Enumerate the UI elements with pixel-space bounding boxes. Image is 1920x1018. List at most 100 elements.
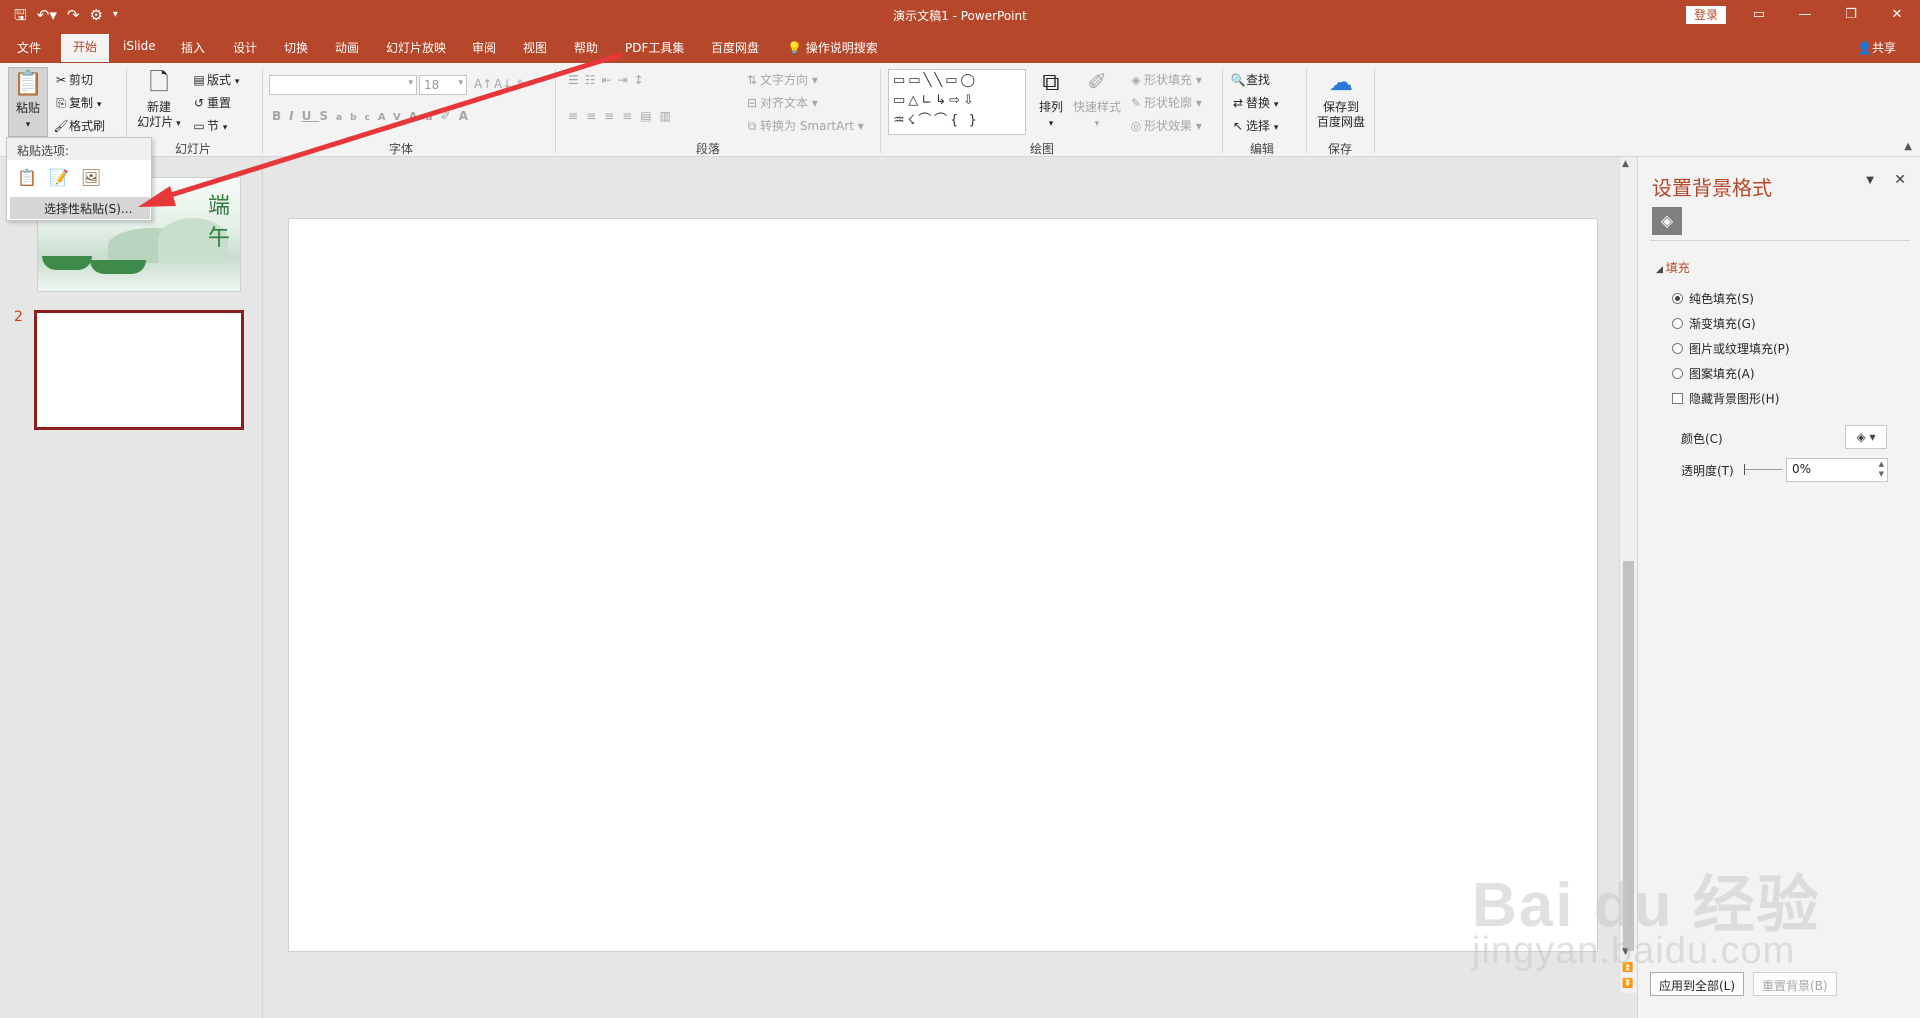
tab-slideshow[interactable]: 幻灯片放映 [386,39,446,56]
tab-help[interactable]: 帮助 [574,39,598,56]
ribbon-display-icon[interactable]: ▭ [1736,0,1782,30]
previous-slide-icon[interactable]: ⏫ [1622,963,1633,973]
shadow-icon[interactable]: S [319,109,336,123]
copy-button[interactable]: ⎘ 复制 ▾ [53,94,101,111]
slide-canvas[interactable] [288,218,1598,952]
close-icon[interactable]: ✕ [1894,172,1906,188]
save-to-baidu-button[interactable]: ☁ 保存到 百度网盘 [1314,67,1368,130]
shape-fill-button[interactable]: ◈ 形状填充 ▾ [1128,71,1201,88]
transparency-input[interactable]: 0% ▲ ▼ [1786,458,1888,482]
reset-background-button[interactable]: 重置背景(B) [1753,972,1837,996]
radio[interactable] [1672,343,1683,354]
shapes-gallery[interactable]: ▭▭╲╲▭◯ ▭△∟↳⇨⇩ ♒☇⌒⌒{ } [888,69,1026,135]
fill-bucket-icon[interactable]: ◈ [1652,207,1682,235]
layout-button[interactable]: ▤ 版式 ▾ [191,71,239,88]
shape-effects-button[interactable]: ◎ 形状效果 ▾ [1128,117,1202,134]
justify-icon[interactable]: ≡ [622,109,640,123]
collapse-ribbon-icon[interactable]: ▲ [1904,141,1912,152]
gradient-fill-option[interactable]: 渐变填充(G) [1672,315,1756,332]
decrease-indent-icon[interactable]: ⇤ [602,73,618,87]
scrollbar-thumb[interactable] [1623,561,1634,951]
clear-format-icon[interactable]: ✎ [514,77,530,91]
tab-transitions[interactable]: 切换 [284,39,308,56]
checkbox[interactable] [1672,393,1683,404]
effects-icon: ◎ [1130,119,1142,133]
pattern-fill-option[interactable]: 图案填充(A) [1672,365,1755,382]
scroll-down-icon[interactable]: ▼ [1622,947,1629,957]
line-spacing-icon[interactable]: ↕ [634,73,650,87]
picture-fill-option[interactable]: 图片或纹理填充(P) [1672,340,1790,357]
convert-smartart-button[interactable]: ⧉ 转换为 SmartArt ▾ [744,117,864,134]
spinner-arrows-icon[interactable]: ▲ ▼ [1879,459,1884,479]
cut-button[interactable]: ✂ 剪切 [53,71,93,88]
numbering-icon[interactable]: ☷ [585,73,602,87]
tab-review[interactable]: 审阅 [472,39,496,56]
color-picker-button[interactable]: ◈ ▾ [1845,425,1887,449]
underline-icon[interactable]: U [302,109,320,123]
paste-picture-icon[interactable]: 🖼 [79,166,103,188]
font-name-combo[interactable]: ▾ [269,75,417,95]
new-slide-button[interactable]: 🗋 新建 幻灯片 ▾ [134,67,184,132]
align-left-icon[interactable]: ≡ [568,109,586,123]
tab-home[interactable]: 开始 [61,34,110,62]
tab-view[interactable]: 视图 [523,39,547,56]
align-center-icon[interactable]: ≡ [586,109,604,123]
restore-icon[interactable]: ❐ [1828,0,1874,30]
tab-insert[interactable]: 插入 [181,39,205,56]
hide-background-graphics-option[interactable]: 隐藏背景图形(H) [1672,390,1779,407]
align-text-button[interactable]: ⊟ 对齐文本 ▾ [744,94,818,111]
font-size-combo[interactable]: 18 ▾ [419,75,467,95]
distributed-icon[interactable]: ▤ [640,109,659,123]
text-direction-button[interactable]: ⇅ 文字方向 ▾ [744,71,818,88]
fill-section-header[interactable]: ◢ 填充 [1656,259,1690,276]
tab-islide[interactable]: iSlide [123,39,156,53]
highlight-icon[interactable]: ✐ [441,109,459,123]
tab-pdf-tools[interactable]: PDF工具集 [625,39,684,56]
transparency-slider[interactable] [1744,464,1782,475]
minimize-icon[interactable]: — [1782,0,1828,30]
grow-font-icon[interactable]: A↑ [474,77,492,91]
next-slide-icon[interactable]: ⏬ [1622,979,1633,989]
paste-button[interactable]: 📋 粘贴 ▾ [8,67,48,137]
columns-icon[interactable]: ▥ [660,109,679,123]
radio[interactable] [1672,368,1683,379]
tell-me-search[interactable]: 💡 操作说明搜索 [787,39,878,56]
format-painter-button[interactable]: 🖌格式刷 [53,117,105,134]
select-button[interactable]: ↖ 选择 ▾ [1230,117,1278,134]
font-color-icon[interactable]: A [459,109,476,123]
align-right-icon[interactable]: ≡ [604,109,622,123]
shrink-font-icon[interactable]: A↓ [494,77,512,91]
scroll-up-icon[interactable]: ▲ [1622,159,1629,169]
tab-design[interactable]: 设计 [233,39,257,56]
bold-icon[interactable]: B [272,109,289,123]
strikethrough-icon[interactable]: abc [336,113,378,123]
char-spacing-icon[interactable]: AV [378,112,409,123]
slide-thumbnail-2[interactable] [34,310,244,430]
change-case-icon[interactable]: Aa [409,110,441,123]
tab-file[interactable]: 文件 [17,39,41,56]
vertical-scrollbar[interactable]: ▲ ▼ ⏫ ⏬ [1619,157,1637,993]
quick-styles-button[interactable]: ✐ 快速样式 ▾ [1072,67,1122,132]
radio[interactable] [1672,318,1683,329]
replace-button[interactable]: ⇄ 替换 ▾ [1230,94,1278,111]
shape-outline-button[interactable]: ✎ 形状轮廓 ▾ [1128,94,1202,111]
solid-fill-option[interactable]: 纯色填充(S) [1672,290,1754,307]
share-button[interactable]: 👤共享 [1857,39,1896,56]
bullets-icon[interactable]: ☰ [568,73,585,87]
pane-options-icon[interactable]: ▼ [1866,175,1874,186]
keep-source-formatting-icon[interactable]: 📋 [15,166,39,188]
tab-baidu-netdisk[interactable]: 百度网盘 [711,39,759,56]
apply-to-all-button[interactable]: 应用到全部(L) [1650,972,1745,996]
italic-icon[interactable]: I [289,109,301,123]
tab-animations[interactable]: 动画 [335,39,359,56]
paste-special-menu-item[interactable]: 选择性粘贴(S)... [10,197,150,219]
keep-text-only-icon[interactable]: 📝 [47,166,71,188]
find-button[interactable]: 🔍查找 [1230,71,1271,88]
section-button[interactable]: ▭ 节 ▾ [191,117,227,134]
arrange-button[interactable]: ⧉ 排列 ▾ [1034,67,1068,132]
increase-indent-icon[interactable]: ⇥ [618,73,634,87]
reset-button[interactable]: ↺ 重置 [191,94,231,111]
close-icon[interactable]: ✕ [1874,0,1920,30]
radio-selected[interactable] [1672,293,1683,304]
login-button[interactable]: 登录 [1685,6,1726,24]
